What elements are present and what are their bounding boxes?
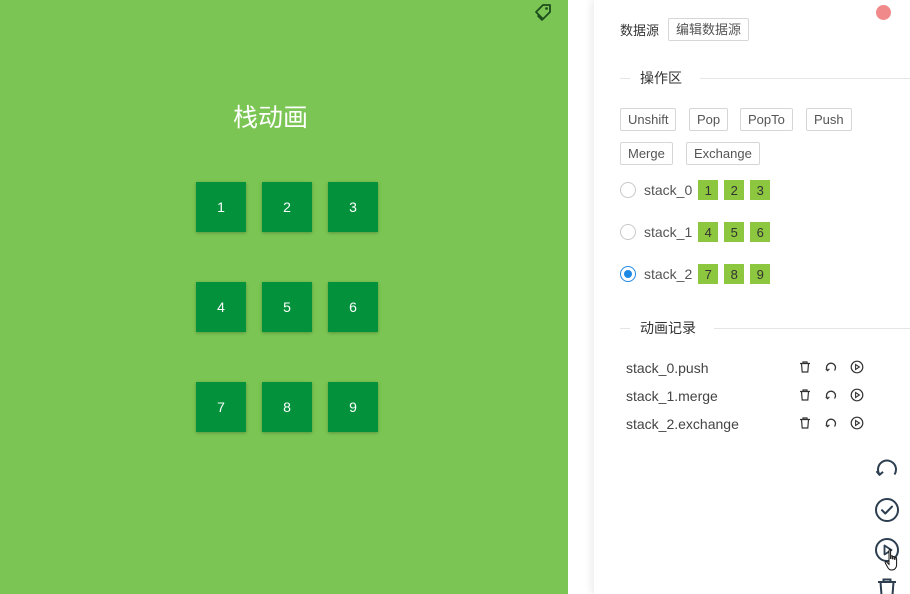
stack-tile: 1 <box>196 182 246 232</box>
exchange-button[interactable]: Exchange <box>686 142 760 165</box>
trash-icon[interactable] <box>874 576 900 594</box>
stack-tile: 7 <box>196 382 246 432</box>
stack-tile: 9 <box>328 382 378 432</box>
refresh-icon[interactable] <box>874 457 900 483</box>
stack-tile: 3 <box>328 182 378 232</box>
edit-datasource-button[interactable]: 编辑数据源 <box>668 18 750 41</box>
tag-icon[interactable] <box>533 3 553 23</box>
play-icon[interactable] <box>874 537 900 563</box>
operations-section-header: 操作区 <box>620 68 910 88</box>
undo-icon[interactable] <box>824 388 838 402</box>
trash-icon[interactable] <box>798 416 812 430</box>
push-button[interactable]: Push <box>806 108 852 131</box>
merge-button[interactable]: Merge <box>620 142 673 165</box>
play-icon[interactable] <box>850 360 864 374</box>
stack-chip: 2 <box>724 180 745 200</box>
stack-option-2[interactable]: stack_2 7 8 9 <box>620 264 776 284</box>
radio-button[interactable] <box>620 182 636 198</box>
control-panel: 数据源 编辑数据源 操作区 Unshift Pop PopTo Push Mer… <box>594 0 910 594</box>
stack-name: stack_2 <box>644 266 693 282</box>
stack-chip: 7 <box>698 264 719 284</box>
animation-stage: 栈动画 1 2 3 4 5 6 7 8 9 <box>0 0 568 594</box>
popto-button[interactable]: PopTo <box>740 108 793 131</box>
stack-chip: 1 <box>698 180 719 200</box>
stack-tile: 6 <box>328 282 378 332</box>
stack-chip: 9 <box>750 264 771 284</box>
stack-chip: 3 <box>750 180 771 200</box>
stack-chip: 8 <box>724 264 745 284</box>
confirm-icon[interactable] <box>874 497 900 523</box>
stack-chip: 4 <box>698 222 719 242</box>
stack-option-0[interactable]: stack_0 1 2 3 <box>620 180 776 200</box>
stack-name: stack_0 <box>644 182 693 198</box>
divider <box>620 328 630 329</box>
records-section-header: 动画记录 <box>620 318 910 338</box>
record-label: stack_2.exchange <box>626 416 739 432</box>
stack-tile: 4 <box>196 282 246 332</box>
records-title: 动画记录 <box>640 321 696 337</box>
record-label: stack_0.push <box>626 360 709 376</box>
stack-tile: 8 <box>262 382 312 432</box>
datasource-label: 数据源 <box>620 24 660 39</box>
undo-icon[interactable] <box>824 360 838 374</box>
stack-name: stack_1 <box>644 224 693 240</box>
panel-gap <box>568 0 594 594</box>
divider <box>620 78 630 79</box>
stack-tile: 5 <box>262 282 312 332</box>
close-button[interactable] <box>876 5 891 20</box>
stack-tile: 2 <box>262 182 312 232</box>
play-icon[interactable] <box>850 416 864 430</box>
unshift-button[interactable]: Unshift <box>620 108 677 131</box>
stage-title: 栈动画 <box>232 103 308 132</box>
divider <box>700 78 910 79</box>
stack-chip: 6 <box>750 222 771 242</box>
radio-button[interactable] <box>620 224 636 240</box>
pop-button[interactable]: Pop <box>689 108 729 131</box>
record-label: stack_1.merge <box>626 388 718 404</box>
undo-icon[interactable] <box>824 416 838 430</box>
trash-icon[interactable] <box>798 360 812 374</box>
trash-icon[interactable] <box>798 388 812 402</box>
play-icon[interactable] <box>850 388 864 402</box>
divider <box>714 328 910 329</box>
stack-option-1[interactable]: stack_1 4 5 6 <box>620 222 776 242</box>
radio-button-checked[interactable] <box>620 266 636 282</box>
operations-title: 操作区 <box>640 71 682 87</box>
stack-chip: 5 <box>724 222 745 242</box>
